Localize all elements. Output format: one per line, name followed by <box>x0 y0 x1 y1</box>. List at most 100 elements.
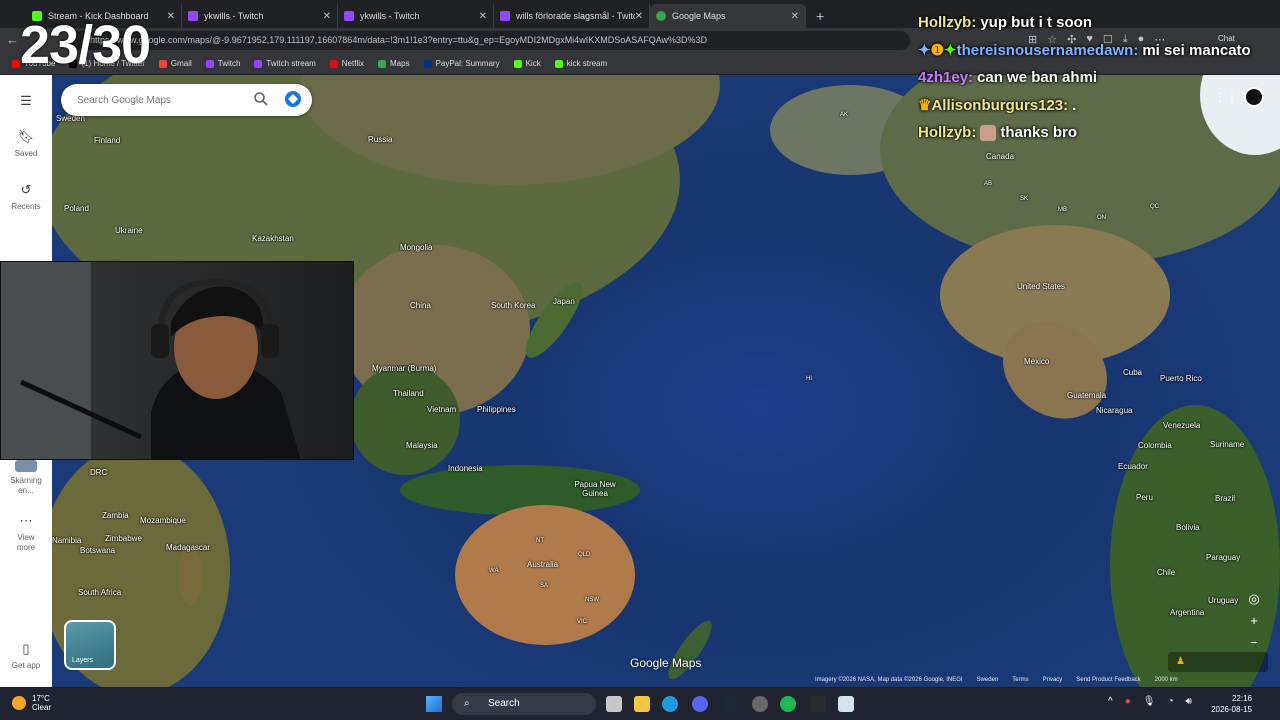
discord-icon[interactable] <box>692 696 708 712</box>
windows-taskbar: 17°C Clear ⌕ Search ^ ● 🎙︎ ◔ 🔊︎ 22:16 2026-… <box>0 688 1280 720</box>
close-icon[interactable]: ✕ <box>635 11 643 22</box>
network-icon[interactable]: ● <box>1125 696 1131 707</box>
map-label-vietnam: Vietnam <box>427 405 457 414</box>
chat-message: Hollzyb: thanks bro <box>918 124 1280 142</box>
directions-icon[interactable] <box>285 91 301 107</box>
map-label-philippines: Philippines <box>477 405 516 414</box>
time: 22:16 <box>1231 694 1252 703</box>
chat-message: ✦❶✦thereisnousernamedawn: mi sei mancato <box>918 41 1280 59</box>
edge-icon[interactable] <box>662 696 678 712</box>
map-label-united-states: United States <box>1017 282 1066 291</box>
chat-message: Hollzyb: yup but i t soon <box>918 14 1280 31</box>
notepad-icon[interactable] <box>838 696 854 712</box>
new-tab-button[interactable]: + <box>816 4 824 28</box>
bookmark-netflix[interactable]: Netflix <box>329 59 364 68</box>
windows-start-icon[interactable] <box>426 696 442 712</box>
sidebar-item-get-app[interactable]: ▯ Get app <box>0 641 52 670</box>
tab-twitch-2[interactable]: ykwills - Twitch ✕ <box>338 4 494 28</box>
map-label-ukraine: Ukraine <box>115 226 143 235</box>
map-label-poland: Poland <box>64 204 89 213</box>
map-label-zimbabwe: Zimbabwe <box>105 534 142 543</box>
chevron-up-icon[interactable]: ^ <box>1108 696 1113 707</box>
landmass-southeast-asia <box>350 365 460 475</box>
paypal-icon <box>423 59 432 68</box>
bookmark-gmail[interactable]: Gmail <box>158 59 192 68</box>
weather-condition: Clear <box>32 703 52 712</box>
bookmark-kick-stream[interactable]: kick stream <box>554 59 607 68</box>
microphone-icon[interactable]: 🎙︎ <box>1143 696 1156 707</box>
tab-google-maps[interactable]: Google Maps ✕ <box>650 4 806 28</box>
menu-button[interactable]: ☰ <box>0 93 52 113</box>
bookmark-twitch[interactable]: Twitch <box>205 59 240 68</box>
file-explorer-icon[interactable] <box>634 696 650 712</box>
map-label-peru: Peru <box>1136 493 1153 502</box>
steam-icon[interactable] <box>722 696 738 712</box>
region-link[interactable]: Sweden <box>977 677 999 683</box>
more-icon: ⋯ <box>19 513 33 528</box>
weather-widget[interactable]: 17°C Clear <box>12 694 51 712</box>
badge-icon: ✦ <box>918 42 931 59</box>
stream-chat-overlay: Hollzyb: yup but i t soon ✦❶✦thereisnouse… <box>918 14 1280 151</box>
map-label-malaysia: Malaysia <box>406 441 438 450</box>
zoom-controls: ◎ + − <box>1244 590 1264 652</box>
taskbar-clock[interactable]: 22:16 2026-08-15 <box>1208 693 1252 715</box>
task-view-icon[interactable] <box>606 696 622 712</box>
map-label-on: ON <box>1097 215 1106 221</box>
volume-icon[interactable]: 🔊︎ <box>1186 696 1192 707</box>
layers-button[interactable]: Layers <box>64 620 116 670</box>
map-label-qc: QC <box>1150 204 1159 210</box>
badge-icon: ❶ <box>930 42 945 59</box>
map-label-brazil: Brazil <box>1215 494 1236 503</box>
close-icon[interactable]: ✕ <box>479 11 487 22</box>
moon-weather-icon <box>12 696 26 710</box>
close-icon[interactable]: ✕ <box>791 11 799 22</box>
close-icon[interactable]: ✕ <box>167 11 175 22</box>
search-icon[interactable] <box>253 91 269 107</box>
bookmark-maps[interactable]: Maps <box>378 59 410 68</box>
taskbar-search-label: Search <box>488 698 520 709</box>
terms-link[interactable]: Terms <box>1012 677 1028 683</box>
sidebar-item-recents[interactable]: ↺ Recents <box>0 182 52 211</box>
chat-text: can we ban ahmi <box>977 69 1098 86</box>
map-label-paraguay: Paraguay <box>1206 553 1241 562</box>
street-view-pegman-icon[interactable]: ♟ <box>1168 652 1268 672</box>
chat-message: ♛Allisonburgurs123:. <box>918 96 1280 114</box>
wifi-icon[interactable]: ◔ <box>1167 696 1173 707</box>
map-label-botswana: Botswana <box>80 546 116 555</box>
attribution-text: Imagery ©2026 NASA, Map data ©2026 Googl… <box>815 677 963 683</box>
privacy-link[interactable]: Privacy <box>1043 677 1063 683</box>
terminal-icon[interactable] <box>810 696 826 712</box>
netflix-icon <box>329 59 338 68</box>
map-label-chile: Chile <box>1157 568 1176 577</box>
scale-bar[interactable]: 2000 km <box>1155 677 1178 683</box>
zoom-out-button[interactable]: − <box>1244 634 1264 652</box>
my-location-icon[interactable]: ◎ <box>1244 590 1264 608</box>
tab-twitch-1[interactable]: ykwills - Twitch ✕ <box>182 4 338 28</box>
map-label-vic: VIC <box>577 619 588 625</box>
sidebar-item-view-more[interactable]: ⋯ View more <box>0 513 52 553</box>
maps-icon <box>378 59 386 68</box>
spotify-icon[interactable] <box>780 696 796 712</box>
zoom-in-button[interactable]: + <box>1244 612 1264 630</box>
sidebar-item-saved[interactable]: 🔖︎ Saved <box>0 129 52 158</box>
map-label-namibia: Namibia <box>52 536 82 545</box>
bookmark-paypal[interactable]: PayPal: Summary <box>423 59 500 68</box>
chat-username: thereisnousernamedawn: <box>956 42 1139 59</box>
tab-twitch-3[interactable]: wills förlorade slagsmål - Twitch ✕ <box>494 4 650 28</box>
tab-title: ykwills - Twitch <box>204 11 264 21</box>
bookmark-kick[interactable]: Kick <box>513 59 541 68</box>
map-label-finland: Finland <box>94 136 121 145</box>
bookmark-twitch-stream[interactable]: Twitch stream <box>254 59 316 68</box>
search-input[interactable] <box>77 94 247 106</box>
system-tray: ^ ● 🎙︎ ◔ 🔊︎ <box>1108 696 1192 707</box>
close-icon[interactable]: ✕ <box>323 11 331 22</box>
sidebar-item-recent-place[interactable]: Skärning en... <box>0 460 52 496</box>
webcam-feed <box>0 261 354 460</box>
obs-icon[interactable] <box>752 696 768 712</box>
back-icon[interactable]: ← <box>6 32 19 47</box>
bookmark-label: Kick <box>525 59 541 68</box>
feedback-link[interactable]: Send Product Feedback <box>1076 677 1140 683</box>
taskbar-search[interactable]: ⌕ Search <box>452 693 596 715</box>
temperature: 17°C <box>32 694 50 703</box>
url-field[interactable]: https://www.google.com/maps/@-9.9671952,… <box>70 31 910 50</box>
